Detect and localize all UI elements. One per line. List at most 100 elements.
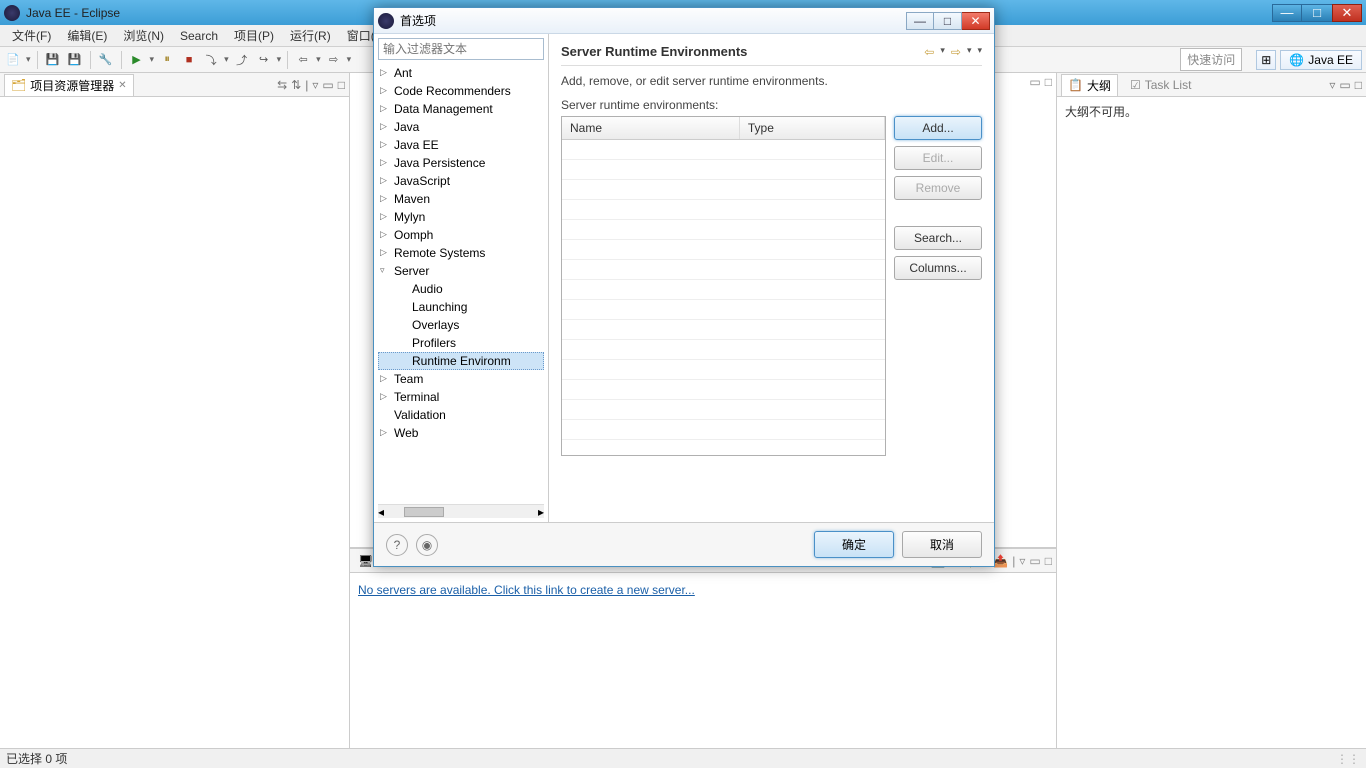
menu-project[interactable]: 项目(P) — [226, 25, 282, 46]
tree-node-java-persistence[interactable]: ▷Java Persistence — [378, 154, 544, 172]
dialog-titlebar[interactable]: 首选项 — □ ✕ — [374, 8, 994, 34]
menu-edit[interactable]: 编辑(E) — [59, 25, 115, 46]
minimize-button[interactable]: — — [1272, 4, 1302, 22]
stop-icon[interactable]: ■ — [180, 51, 198, 69]
menu-search[interactable]: Search — [172, 27, 226, 45]
preferences-tree[interactable]: ▷Ant ▷Code Recommenders ▷Data Management… — [378, 64, 544, 504]
run-icon[interactable]: ▶ — [128, 51, 146, 69]
tree-node-overlays[interactable]: Overlays — [378, 316, 544, 334]
step-icon[interactable]: ⤵ — [202, 51, 220, 69]
search-button[interactable]: Search... — [894, 226, 982, 250]
debug-toolbar-icon[interactable]: 🔧 — [97, 51, 115, 69]
tree-node-web[interactable]: ▷Web — [378, 424, 544, 442]
javaee-perspective-button[interactable]: 🌐 Java EE — [1280, 50, 1362, 70]
globe-icon: 🌐 — [1289, 53, 1304, 67]
tree-node-profilers[interactable]: Profilers — [378, 334, 544, 352]
dialog-minimize-button[interactable]: — — [906, 12, 934, 30]
tree-node-javaee[interactable]: ▷Java EE — [378, 136, 544, 154]
resize-grip-icon[interactable]: ⋮⋮ — [1336, 752, 1360, 766]
nav-fwd-icon[interactable]: ⇨ — [325, 51, 343, 69]
project-explorer-label: 项目资源管理器 — [30, 77, 114, 94]
tree-node-terminal[interactable]: ▷Terminal — [378, 388, 544, 406]
outline-min-icon[interactable]: ▭ — [1339, 78, 1350, 92]
save-icon[interactable]: 💾 — [44, 51, 62, 69]
outline-tab[interactable]: 📋 大纲 — [1061, 74, 1118, 96]
tree-node-remote-systems[interactable]: ▷Remote Systems — [378, 244, 544, 262]
window-controls: — □ ✕ — [1272, 4, 1362, 22]
outline-menu-icon[interactable]: ▿ — [1329, 78, 1335, 92]
maximize-view-icon[interactable]: □ — [338, 78, 345, 92]
table-row — [562, 360, 885, 380]
statusbar: 已选择 0 项 ⋮⋮ — [0, 748, 1366, 768]
new-icon[interactable]: 📄 — [4, 51, 22, 69]
step-return-icon[interactable]: ↪ — [255, 51, 273, 69]
table-label: Server runtime environments: — [561, 98, 982, 112]
menu-navigate[interactable]: 浏览(N) — [115, 25, 172, 46]
menu-run[interactable]: 运行(R) — [282, 25, 339, 46]
tree-node-java[interactable]: ▷Java — [378, 118, 544, 136]
import-export-button[interactable]: ◉ — [416, 534, 438, 556]
close-tab-icon[interactable]: ✕ — [118, 80, 126, 91]
nav-menu-icon[interactable]: ▾ — [977, 45, 982, 59]
tree-node-oomph[interactable]: ▷Oomph — [378, 226, 544, 244]
tree-node-team[interactable]: ▷Team — [378, 370, 544, 388]
page-description: Add, remove, or edit server runtime envi… — [561, 74, 982, 88]
tasklist-icon: ☑ — [1130, 78, 1141, 92]
help-button[interactable]: ? — [386, 534, 408, 556]
columns-button[interactable]: Columns... — [894, 256, 982, 280]
outline-view: 📋 大纲 ☑ Task List ▿ ▭ □ 大纲不可用。 — [1056, 73, 1366, 748]
filter-input[interactable] — [378, 38, 544, 60]
tree-node-code-recommenders[interactable]: ▷Code Recommenders — [378, 82, 544, 100]
tree-node-ant[interactable]: ▷Ant — [378, 64, 544, 82]
pause-icon[interactable]: ⏸ — [158, 51, 176, 69]
project-explorer-view: 🗂 项目资源管理器 ✕ ⇆ ⇅ | ▿ ▭ □ — [0, 73, 350, 748]
close-button[interactable]: ✕ — [1332, 4, 1362, 22]
runtime-table[interactable]: Name Type — [561, 116, 886, 456]
editor-max-icon[interactable]: □ — [1045, 75, 1052, 89]
outline-max-icon[interactable]: □ — [1355, 78, 1362, 92]
col-name[interactable]: Name — [562, 117, 739, 140]
ok-button[interactable]: 确定 — [814, 531, 894, 558]
dialog-maximize-button[interactable]: □ — [934, 12, 962, 30]
save-all-icon[interactable]: 💾 — [66, 51, 84, 69]
eclipse-icon — [4, 5, 20, 21]
bp-max-icon[interactable]: □ — [1045, 554, 1052, 568]
add-button[interactable]: Add... — [894, 116, 982, 140]
tree-node-validation[interactable]: Validation — [378, 406, 544, 424]
tree-node-launching[interactable]: Launching — [378, 298, 544, 316]
tree-node-data-management[interactable]: ▷Data Management — [378, 100, 544, 118]
quick-access-field[interactable]: 快速访问 — [1180, 48, 1242, 71]
nav-back-icon[interactable]: ⇦ — [924, 45, 934, 59]
link-editor-icon[interactable]: ⇅ — [291, 78, 301, 92]
table-row — [562, 300, 885, 320]
nav-forward-icon[interactable]: ⇨ — [951, 45, 961, 59]
table-row — [562, 200, 885, 220]
editor-min-icon[interactable]: ▭ — [1029, 75, 1040, 89]
project-explorer-tab[interactable]: 🗂 项目资源管理器 ✕ — [4, 74, 134, 96]
tree-node-runtime-environments[interactable]: Runtime Environm — [378, 352, 544, 370]
tree-node-javascript[interactable]: ▷JavaScript — [378, 172, 544, 190]
bp-publish-icon[interactable]: 📤 — [993, 554, 1008, 568]
tree-node-mylyn[interactable]: ▷Mylyn — [378, 208, 544, 226]
tree-horizontal-scrollbar[interactable]: ◂▸ — [378, 504, 544, 518]
tasklist-tab[interactable]: ☑ Task List — [1124, 76, 1197, 94]
open-perspective-button[interactable]: ⊞ — [1256, 50, 1276, 70]
maximize-button[interactable]: □ — [1302, 4, 1332, 22]
nav-back-icon[interactable]: ⇦ — [294, 51, 312, 69]
create-server-link[interactable]: No servers are available. Click this lin… — [358, 583, 695, 597]
tree-node-server[interactable]: ▿Server — [378, 262, 544, 280]
table-row — [562, 380, 885, 400]
tree-node-audio[interactable]: Audio — [378, 280, 544, 298]
bp-min-icon[interactable]: ▭ — [1029, 554, 1040, 568]
menu-file[interactable]: 文件(F) — [4, 25, 59, 46]
cancel-button[interactable]: 取消 — [902, 531, 982, 558]
step-over-icon[interactable]: ⤴ — [233, 51, 251, 69]
col-type[interactable]: Type — [739, 117, 884, 140]
minimize-view-icon[interactable]: ▭ — [322, 78, 333, 92]
dialog-close-button[interactable]: ✕ — [962, 12, 990, 30]
tree-node-maven[interactable]: ▷Maven — [378, 190, 544, 208]
bp-menu-icon[interactable]: ▿ — [1019, 554, 1025, 568]
view-menu-icon[interactable]: ▿ — [312, 78, 318, 92]
collapse-all-icon[interactable]: ⇆ — [277, 78, 287, 92]
folder-icon: 🗂 — [11, 78, 26, 92]
